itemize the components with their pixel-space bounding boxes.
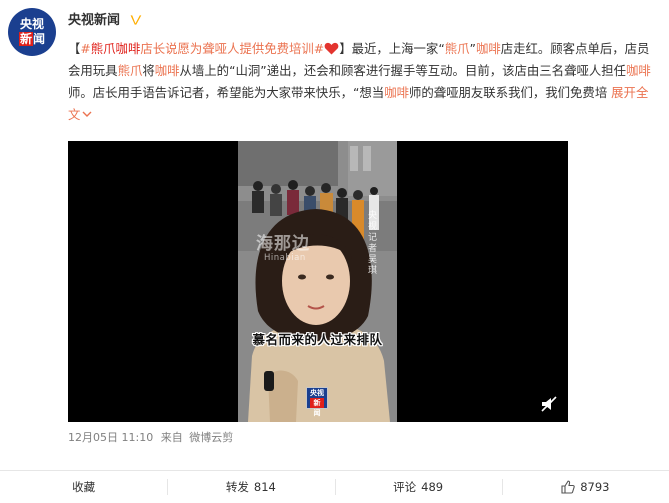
- post-body: 【#熊爪咖啡店长说愿为聋哑人提供免费培训# 】最近，上海一家“熊爪”咖啡店走红。顾…: [68, 38, 660, 126]
- video-scene: [238, 141, 397, 422]
- video-player[interactable]: 海那边 Hinabian 央视记者 吴琪 慕名而来的人过来排队 央视 新闻: [68, 141, 568, 422]
- post-text-5: 从墙上的“山洞”递出，还会和顾客进行握手等互动。目前，该店由三名聋哑人担任: [179, 63, 627, 78]
- hashtag-highlight: 熊爪咖啡: [90, 41, 141, 56]
- comment-label: 评论: [393, 480, 417, 494]
- mute-icon[interactable]: [540, 395, 558, 413]
- hashtag-link[interactable]: #熊爪咖啡店长说愿为聋哑人提供免费培训#: [80, 41, 324, 56]
- video-frame: 海那边 Hinabian 央视记者 吴琪 慕名而来的人过来排队 央视 新闻: [238, 141, 397, 422]
- thumbs-up-icon: [561, 480, 575, 494]
- verified-icon: [129, 14, 143, 26]
- weibo-post-card: 央视 新闻 央视新闻 【#熊爪咖啡店长说愿为聋哑人提供免费培训# 】最近，上海一家…: [0, 0, 669, 503]
- post-text-4: 将: [142, 63, 155, 78]
- avatar-logo-bottom: 新闻: [17, 32, 47, 46]
- keyword-3: 熊爪: [117, 63, 143, 78]
- badge-red: 新: [310, 398, 324, 408]
- avatar-logo: 央视 新闻: [17, 17, 47, 47]
- avatar-logo-top: 央视: [19, 17, 44, 31]
- keyword-5: 咖啡: [626, 63, 651, 78]
- post-source[interactable]: 微博云剪: [189, 431, 233, 444]
- badge-bottom: 新闻: [307, 398, 327, 418]
- repost-label: 转发: [225, 480, 249, 494]
- badge-top: 央视: [310, 389, 324, 397]
- comment-count: 489: [421, 480, 444, 494]
- heart-icon: [324, 42, 339, 55]
- like-count: 8793: [580, 480, 610, 494]
- collect-button[interactable]: 收藏: [0, 471, 167, 503]
- like-button[interactable]: 8793: [501, 471, 669, 503]
- post-timestamp[interactable]: 12月05日 11:10: [68, 431, 153, 444]
- comment-button[interactable]: 评论 489: [334, 471, 502, 503]
- avatar-logo-rest: 闻: [33, 32, 46, 46]
- bracket-close: 】: [339, 41, 352, 56]
- repost-button[interactable]: 转发 814: [167, 471, 334, 503]
- repost-count: 814: [253, 480, 276, 494]
- keyword-1: 熊爪: [444, 41, 470, 56]
- avatar[interactable]: 央视 新闻: [8, 8, 56, 56]
- collect-label: 收藏: [72, 480, 96, 494]
- bracket-open: 【: [68, 41, 81, 56]
- hashtag-prefix: #: [80, 41, 91, 56]
- cctv-news-badge: 央视 新闻: [306, 387, 328, 417]
- post-text-1: 最近，上海一家“: [351, 41, 445, 56]
- video-watermark-sub: Hinabian: [264, 253, 306, 263]
- post-text-7: 师的聋哑朋友联系我们，我们免费培: [408, 85, 608, 100]
- chevron-down-icon: [82, 111, 92, 117]
- keyword-4: 咖啡: [154, 63, 180, 78]
- video-subtitle: 慕名而来的人过来排队: [252, 332, 383, 347]
- keyword-2: 咖啡: [475, 41, 501, 56]
- hashtag-rest: 店长说愿为聋哑人提供免费培训#: [140, 41, 325, 56]
- avatar-logo-red: 新: [18, 32, 33, 46]
- video-watermark: 海那边: [256, 234, 310, 254]
- reporter-credit: 央视记者 吴琪: [368, 211, 378, 276]
- author-name[interactable]: 央视新闻: [68, 12, 120, 30]
- action-bar: 收藏 转发 814 评论 489 8793: [0, 471, 669, 503]
- post-text-6: 师。店长用手语告诉记者，希望能为大家带来快乐，“想当: [68, 85, 385, 100]
- post-source-label: 来自: [160, 431, 183, 444]
- keyword-6: 咖啡: [384, 85, 409, 100]
- badge-rest: 闻: [313, 409, 321, 417]
- post-meta: 12月05日 11:10 来自 微博云剪: [68, 431, 233, 445]
